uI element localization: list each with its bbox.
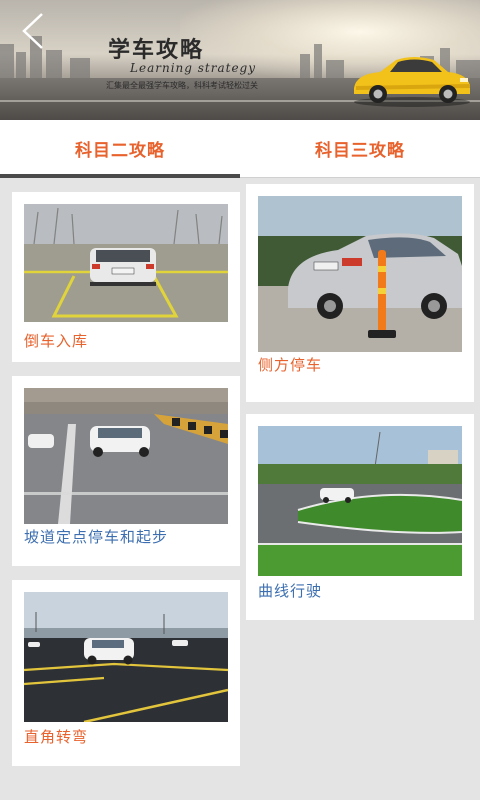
guide-grid: 倒车入库 坡道定点停车和起步 直角转弯 侧方停车 曲线行驶 bbox=[0, 178, 480, 800]
curve-driving-label: 曲线行驶 bbox=[258, 582, 323, 600]
sports-car-image bbox=[354, 57, 470, 107]
tab-subject-two[interactable]: 科目二攻略 bbox=[0, 120, 240, 178]
tab-bar: 科目二攻略 科目三攻略 bbox=[0, 120, 480, 178]
tab-subject-three-label: 科目三攻略 bbox=[315, 141, 405, 161]
card-reverse-parking[interactable]: 倒车入库 bbox=[12, 192, 240, 362]
right-angle-turn-label: 直角转弯 bbox=[24, 728, 89, 746]
chevron-left-icon bbox=[22, 13, 43, 49]
banner-description: 汇集最全最强学车攻略，科科考试轻松过关 bbox=[106, 81, 258, 90]
header-banner: 学车攻略 Learning strategy 汇集最全最强学车攻略，科科考试轻松… bbox=[0, 0, 480, 120]
tab-subject-two-label: 科目二攻略 bbox=[75, 141, 165, 161]
curve-driving-photo bbox=[258, 426, 462, 576]
card-curve-driving[interactable]: 曲线行驶 bbox=[246, 414, 474, 620]
banner-title: 学车攻略 bbox=[108, 38, 205, 63]
right-angle-turn-photo bbox=[24, 592, 228, 722]
reverse-parking-photo bbox=[24, 204, 228, 322]
card-right-angle-turn[interactable]: 直角转弯 bbox=[12, 580, 240, 766]
hill-start-label: 坡道定点停车和起步 bbox=[24, 528, 169, 546]
banner-subtitle: Learning strategy bbox=[130, 61, 257, 75]
card-side-parking[interactable]: 侧方停车 bbox=[246, 184, 474, 402]
card-hill-start[interactable]: 坡道定点停车和起步 bbox=[12, 376, 240, 566]
side-parking-label: 侧方停车 bbox=[258, 356, 323, 374]
hill-start-photo bbox=[24, 388, 228, 524]
reverse-parking-label: 倒车入库 bbox=[24, 332, 89, 350]
tab-subject-three[interactable]: 科目三攻略 bbox=[240, 120, 480, 177]
side-parking-photo bbox=[258, 196, 462, 352]
back-button[interactable] bbox=[14, 10, 54, 52]
